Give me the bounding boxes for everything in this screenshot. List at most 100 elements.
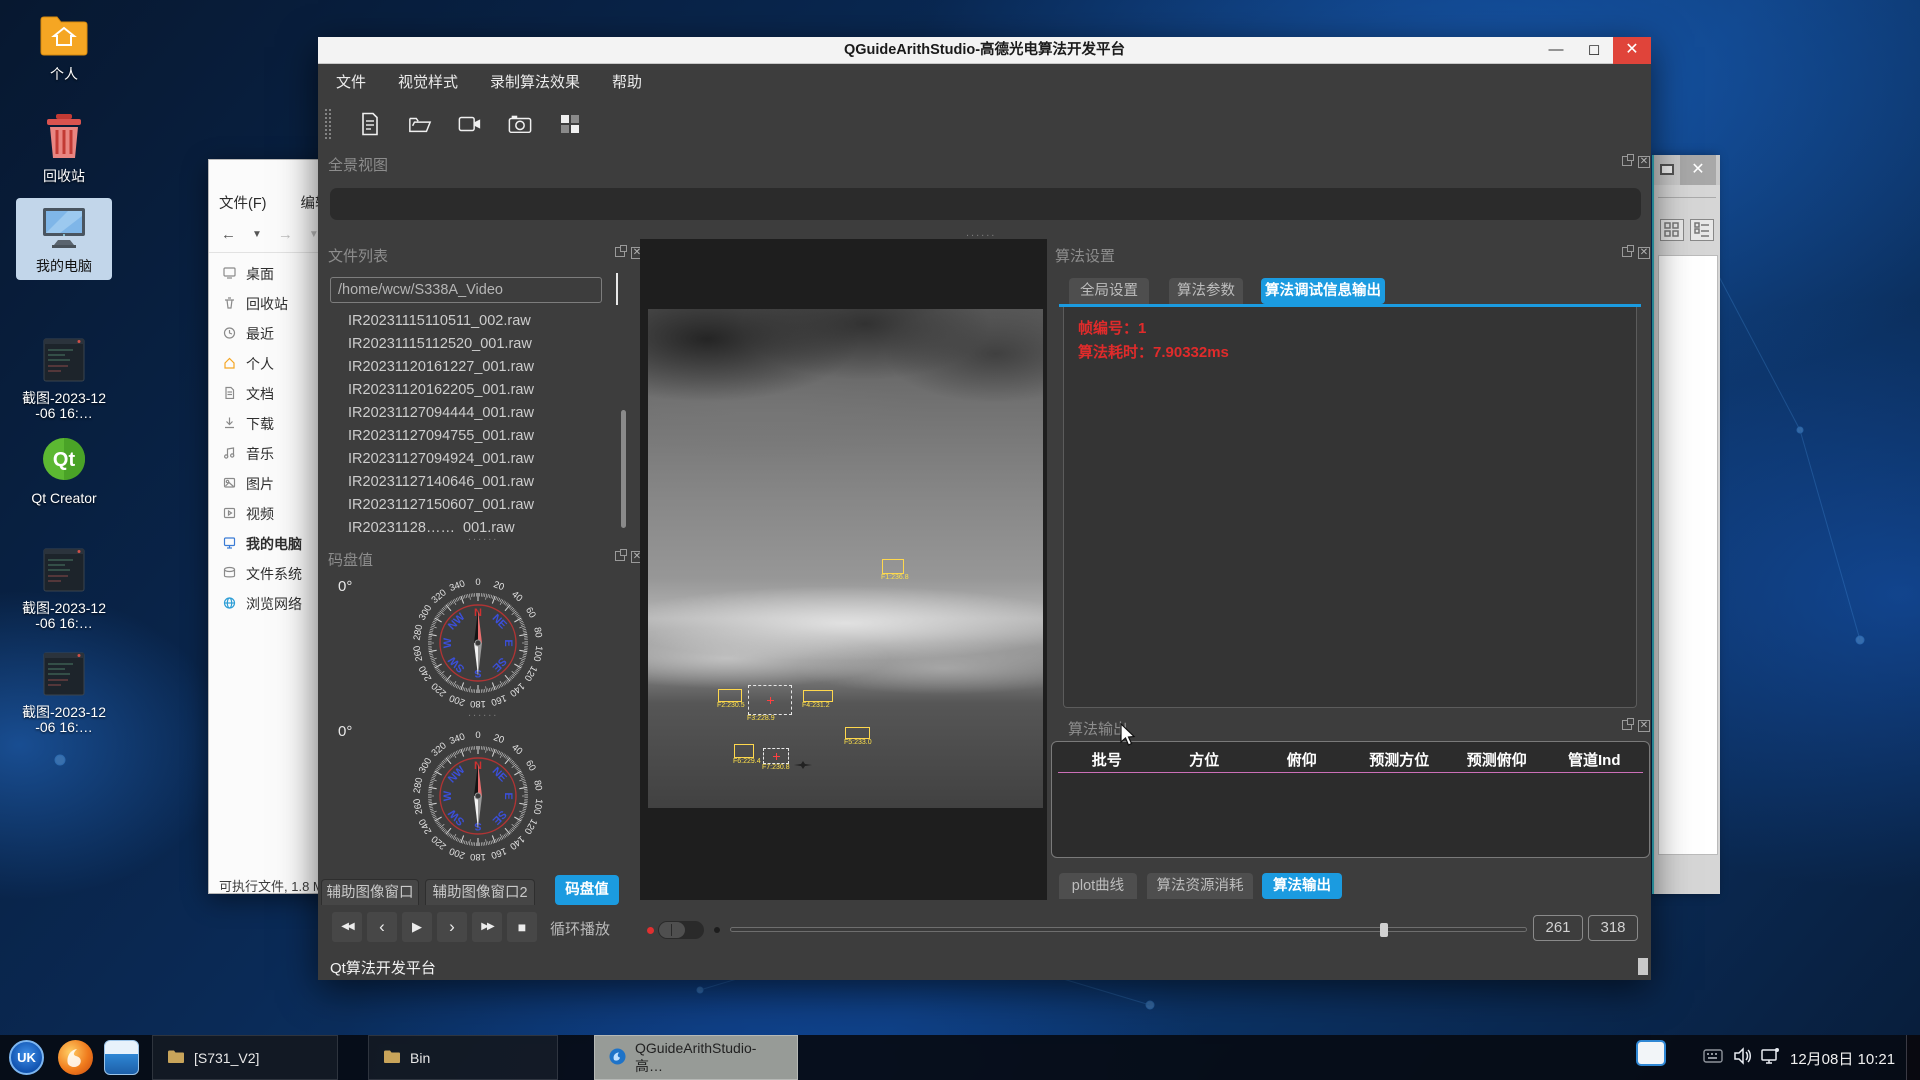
play-toggle-switch[interactable] [658, 921, 704, 939]
close-panel-icon[interactable]: ✕ [1638, 156, 1650, 168]
record-video-icon[interactable] [458, 112, 482, 136]
output-tab-2[interactable]: 算法资源消耗 [1147, 873, 1253, 899]
file-item-7[interactable]: IR20231127094924_001.raw [348, 451, 616, 474]
task-button-3[interactable]: QGuideArithStudio-高… [594, 1035, 798, 1080]
file-item-3[interactable]: IR20231120161227_001.raw [348, 359, 616, 382]
file-manager-icon[interactable] [104, 1040, 139, 1075]
desktop-icon-1[interactable]: 个人 [16, 12, 112, 82]
file-item-2[interactable]: IR20231115112520_001.raw [348, 336, 616, 359]
file-item-6[interactable]: IR20231127094755_001.raw [348, 428, 616, 451]
float-panel-icon[interactable] [615, 247, 625, 257]
show-desktop-button[interactable] [1906, 1035, 1920, 1080]
total-frame-field[interactable]: 318 [1588, 915, 1638, 941]
rewind-button[interactable]: ◀◀ [332, 912, 362, 942]
desktop-icon-7[interactable]: 截图-2023-12-06 16:… [16, 652, 112, 735]
output-tab-1[interactable]: plot曲线 [1059, 873, 1137, 899]
minimize-button[interactable]: — [1537, 37, 1575, 64]
float-panel-icon[interactable] [1622, 156, 1632, 166]
desktop-icon-3[interactable]: 我的电脑 [16, 198, 112, 280]
float-panel-icon[interactable] [1622, 247, 1632, 257]
splitter-handle[interactable]: ...... [966, 227, 996, 239]
file-item-4[interactable]: IR20231120162205_001.raw [348, 382, 616, 405]
menu-1[interactable]: 文件 [336, 71, 366, 92]
play-button[interactable]: ▶ [402, 912, 432, 942]
file-item-1[interactable]: IR20231115110511_002.raw [348, 313, 616, 336]
new-file-icon[interactable] [358, 112, 382, 136]
list-view-icon[interactable] [1690, 219, 1714, 241]
close-panel-icon[interactable]: ✕ [1638, 720, 1650, 732]
dock-tab-1[interactable]: 辅助图像窗口 [321, 879, 419, 905]
splitter-handle[interactable]: ...... [468, 531, 498, 543]
dock-tab-3[interactable]: 码盘值 [555, 875, 619, 905]
fm-menu-1[interactable]: 文件(F) [219, 192, 267, 213]
sidebar-item-label: 个人 [246, 354, 274, 374]
desktop-icon-5[interactable]: QtQt Creator [16, 436, 112, 506]
firefox-icon[interactable] [58, 1040, 93, 1075]
downloads-icon [223, 416, 236, 432]
settings-tab-1[interactable]: 全局设置 [1069, 278, 1149, 304]
file-list-scrollbar[interactable] [621, 410, 626, 528]
dock-tab-2[interactable]: 辅助图像窗口2 [425, 879, 535, 905]
file-item-5[interactable]: IR20231127094444_001.raw [348, 405, 616, 428]
target-label: F3:228.9 [747, 715, 775, 722]
svg-text:20: 20 [492, 579, 506, 593]
svg-text:100: 100 [531, 645, 545, 663]
splitter-handle[interactable] [616, 273, 618, 305]
maximize-button[interactable]: ◻ [1575, 37, 1613, 64]
input-method-icon[interactable] [1638, 1042, 1664, 1064]
statusbar-grip[interactable] [1638, 958, 1648, 975]
svg-text:280: 280 [412, 777, 426, 795]
menu-4[interactable]: 帮助 [612, 71, 642, 92]
fast-forward-button[interactable]: ▶▶ [472, 912, 502, 942]
splitter-handle[interactable]: ...... [468, 707, 498, 719]
settings-tab-2[interactable]: 算法参数 [1169, 278, 1243, 304]
forward-arrow-icon[interactable]: → [278, 226, 293, 243]
target-cross-icon [773, 753, 780, 760]
launcher-icon[interactable]: UK [9, 1040, 44, 1075]
svg-text:120: 120 [522, 817, 539, 836]
float-panel-icon[interactable] [1622, 720, 1632, 730]
open-folder-icon[interactable] [408, 112, 432, 136]
next-frame-button[interactable]: › [437, 912, 467, 942]
snapshot-camera-icon[interactable] [508, 112, 532, 136]
task-button-1[interactable]: [S731_V2] [152, 1035, 338, 1080]
svg-text:220: 220 [430, 833, 449, 852]
settings-tab-3[interactable]: 算法调试信息输出 [1261, 278, 1385, 304]
home-icon [223, 356, 236, 372]
keyboard-icon[interactable] [1703, 1049, 1723, 1068]
debug-line-1: 帧编号：1 [1078, 317, 1146, 338]
grid-view-icon[interactable] [1660, 219, 1684, 241]
float-panel-icon[interactable] [615, 551, 625, 561]
close-panel-icon[interactable]: ✕ [1638, 247, 1650, 259]
panorama-view[interactable] [330, 188, 1641, 220]
frame-slider-handle[interactable] [1380, 923, 1388, 937]
folder-path-input[interactable]: /home/wcw/S338A_Video [330, 277, 602, 303]
background-window-right[interactable]: ✕ [1652, 155, 1720, 894]
desktop-icon-4[interactable]: 截图-2023-12-06 16:… [16, 338, 112, 421]
file-item-9[interactable]: IR20231127150607_001.raw [348, 497, 616, 520]
frame-slider[interactable] [730, 927, 1527, 932]
divider [1658, 197, 1716, 198]
current-frame-field[interactable]: 261 [1533, 915, 1583, 941]
layout-grid-icon[interactable] [558, 112, 582, 136]
volume-icon[interactable] [1733, 1047, 1753, 1070]
output-tab-3[interactable]: 算法输出 [1262, 873, 1342, 899]
desktop-icon-2[interactable]: 回收站 [16, 112, 112, 184]
stop-button[interactable]: ■ [507, 912, 537, 942]
close-button[interactable]: ✕ [1613, 37, 1651, 64]
toolbar-drag-handle[interactable] [324, 108, 332, 140]
video-view[interactable]: F1:236.8F2:230.5F3:228.9F4:231.2F5:233.0… [640, 239, 1047, 900]
network-icon[interactable] [1760, 1047, 1782, 1070]
titlebar[interactable]: QGuideArithStudio-高德光电算法开发平台 — ◻ ✕ [318, 37, 1651, 64]
desktop-icon-6[interactable]: 截图-2023-12-06 16:… [16, 548, 112, 631]
task-button-2[interactable]: Bin [368, 1035, 558, 1080]
menu-3[interactable]: 录制算法效果 [490, 71, 580, 92]
menu-2[interactable]: 视觉样式 [398, 71, 458, 92]
back-arrow-icon[interactable]: ← [221, 226, 236, 243]
taskbar-clock[interactable]: 12月08日 10:21 [1790, 1048, 1895, 1069]
close-icon[interactable]: ✕ [1680, 155, 1716, 185]
maximize-icon[interactable] [1660, 164, 1674, 175]
back-dropdown-icon[interactable]: ▼ [252, 229, 262, 240]
prev-frame-button[interactable]: ‹ [367, 912, 397, 942]
file-item-8[interactable]: IR20231127140646_001.raw [348, 474, 616, 497]
